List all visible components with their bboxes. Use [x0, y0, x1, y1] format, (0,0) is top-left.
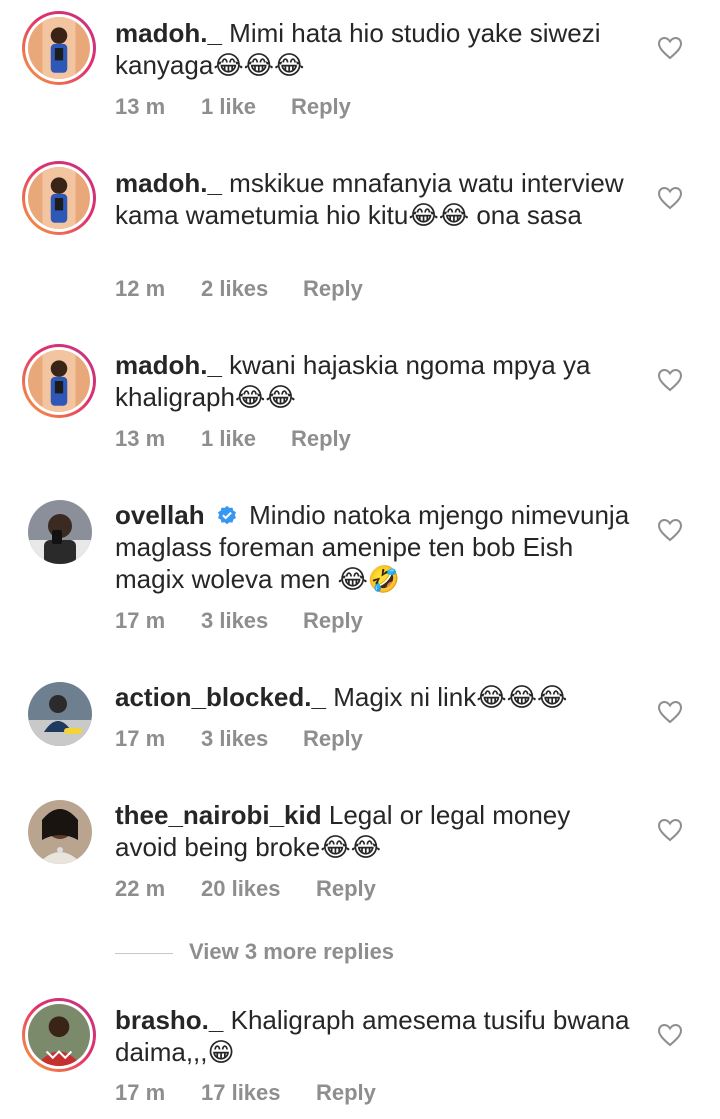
- verified-badge-icon: [217, 505, 236, 525]
- heart-outline-icon[interactable]: [657, 818, 683, 842]
- comment-username[interactable]: thee_nairobi_kid: [115, 800, 322, 830]
- heart-outline-icon[interactable]: [657, 368, 683, 392]
- comment-time: 13 m: [115, 94, 166, 119]
- view-more-replies-label[interactable]: View 3 more replies: [189, 939, 394, 964]
- comment-body: madoh._ Mimi hata hio studio yake siwezi…: [115, 17, 635, 81]
- avatar[interactable]: [22, 161, 96, 235]
- comment-time: 13 m: [115, 426, 166, 451]
- comment-body: action_blocked._ Magix ni link😂😂😂: [115, 681, 635, 713]
- reply-button[interactable]: Reply: [291, 94, 351, 120]
- comment-likes[interactable]: 20 likes: [201, 876, 316, 902]
- comment-meta: 22 m 20 likes Reply: [115, 876, 376, 902]
- comment-meta: 13 m 1 like Reply: [115, 94, 351, 120]
- comment-username[interactable]: action_blocked._: [115, 682, 326, 712]
- comment-meta: 13 m 1 like Reply: [115, 426, 351, 452]
- comment-time: 22 m: [115, 876, 166, 901]
- divider: [115, 952, 173, 954]
- comment-body: thee_nairobi_kid Legal or legal money av…: [115, 799, 635, 863]
- heart-outline-icon[interactable]: [657, 186, 683, 210]
- avatar[interactable]: [22, 11, 96, 85]
- avatar[interactable]: [28, 800, 92, 864]
- reply-button[interactable]: Reply: [291, 426, 351, 452]
- comment-body: madoh._ kwani hajaskia ngoma mpya ya kha…: [115, 349, 635, 413]
- avatar[interactable]: [28, 500, 92, 564]
- comment-username[interactable]: brasho._: [115, 1005, 223, 1035]
- comment-meta: 17 m 3 likes Reply: [115, 608, 363, 634]
- comment-meta: 17 m 17 likes Reply: [115, 1080, 376, 1106]
- comment-time: 12 m: [115, 276, 166, 301]
- comment-likes[interactable]: 1 like: [201, 426, 291, 452]
- view-more-replies[interactable]: View 3 more replies: [115, 939, 394, 967]
- heart-outline-icon[interactable]: [657, 700, 683, 724]
- comment-likes[interactable]: 17 likes: [201, 1080, 316, 1106]
- comment-likes[interactable]: 1 like: [201, 94, 291, 120]
- comment-meta: 17 m 3 likes Reply: [115, 726, 363, 752]
- comment-username[interactable]: ovellah: [115, 500, 205, 530]
- comment-likes[interactable]: 3 likes: [201, 726, 303, 752]
- heart-outline-icon[interactable]: [657, 518, 683, 542]
- comment-likes[interactable]: 3 likes: [201, 608, 303, 634]
- comment-time: 17 m: [115, 1080, 166, 1105]
- avatar[interactable]: [28, 682, 92, 746]
- reply-button[interactable]: Reply: [316, 1080, 376, 1106]
- comment-username[interactable]: madoh._: [115, 350, 222, 380]
- comment-text: Magix ni link😂😂😂: [333, 682, 568, 712]
- reply-button[interactable]: Reply: [303, 726, 363, 752]
- comment-username[interactable]: madoh._: [115, 168, 222, 198]
- comment-time: 17 m: [115, 726, 166, 751]
- heart-outline-icon[interactable]: [657, 36, 683, 60]
- comment-likes[interactable]: 2 likes: [201, 276, 303, 302]
- reply-button[interactable]: Reply: [316, 876, 376, 902]
- heart-outline-icon[interactable]: [657, 1023, 683, 1047]
- comment-body: madoh._ mskikue mnafanyia watu interview…: [115, 167, 635, 231]
- comment-username[interactable]: madoh._: [115, 18, 222, 48]
- comment-time: 17 m: [115, 608, 166, 633]
- avatar[interactable]: [22, 344, 96, 418]
- reply-button[interactable]: Reply: [303, 608, 363, 634]
- comment-body: ovellah Mindio natoka mjengo nimevunja m…: [115, 499, 635, 595]
- comment-meta: 12 m 2 likes Reply: [115, 276, 363, 302]
- avatar[interactable]: [22, 998, 96, 1072]
- comment-body: brasho._ Khaligraph amesema tusifu bwana…: [115, 1004, 635, 1068]
- reply-button[interactable]: Reply: [303, 276, 363, 302]
